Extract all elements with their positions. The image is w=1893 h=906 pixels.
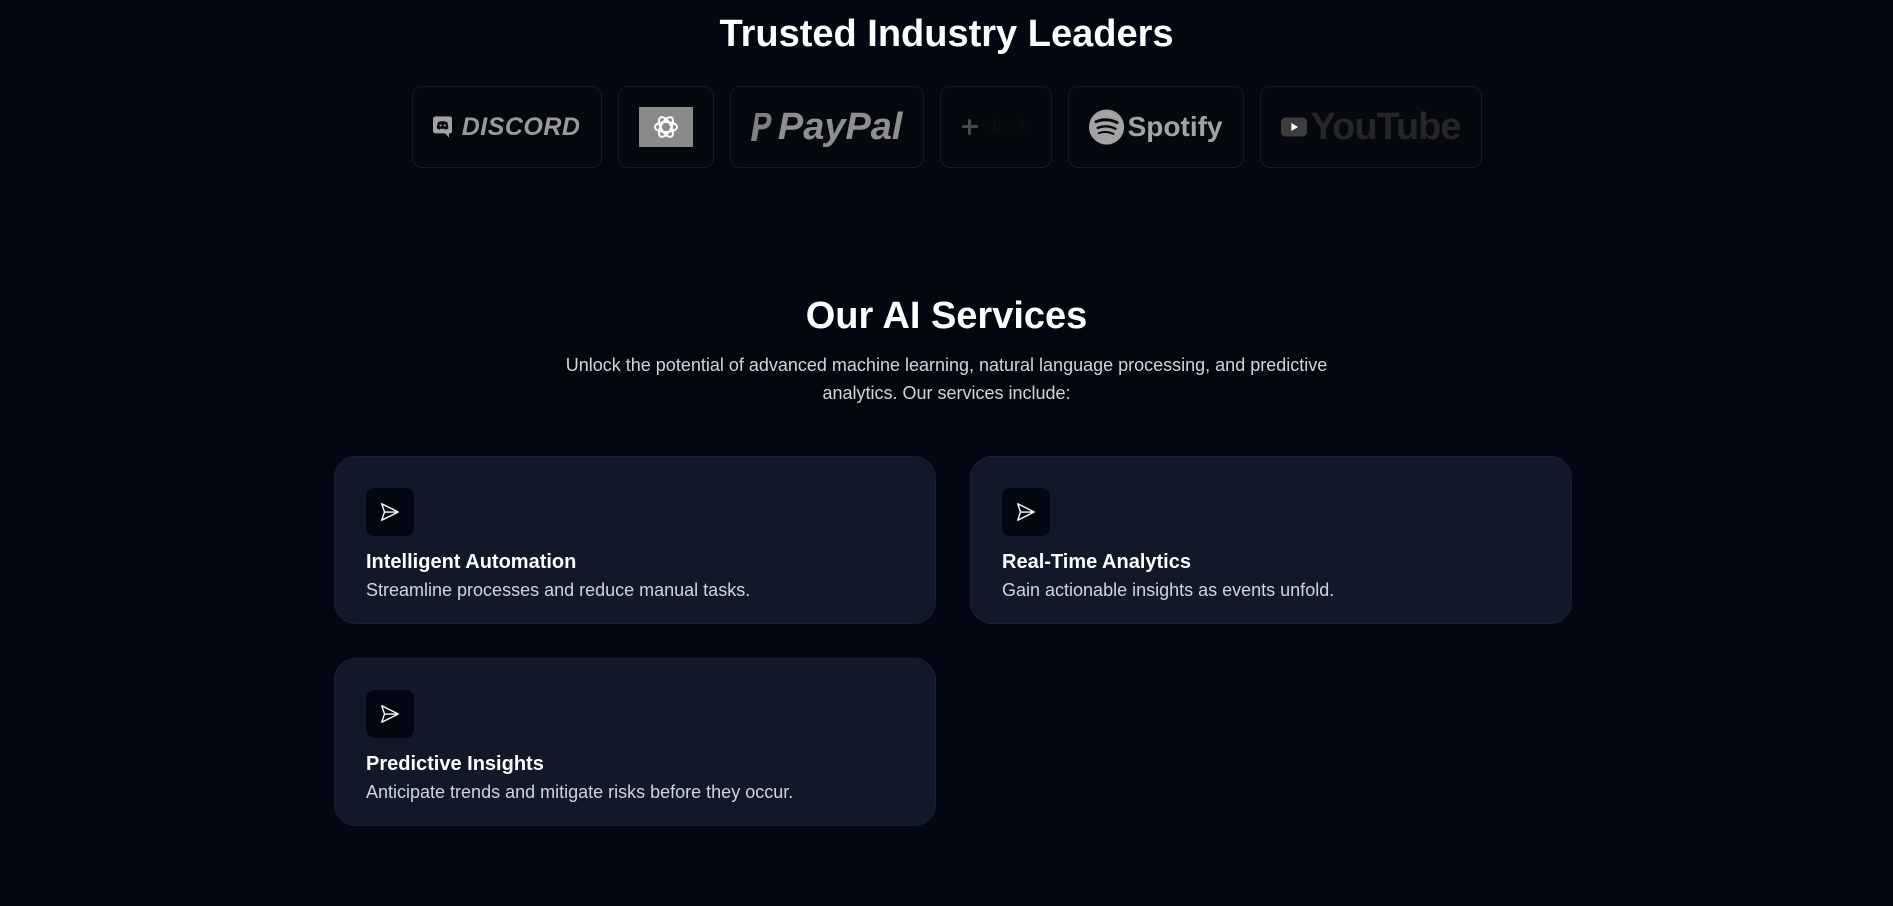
slack-logo-text: slack bbox=[980, 115, 1031, 138]
service-card-description: Streamline processes and reduce manual t… bbox=[366, 580, 751, 600]
service-card-title: Intelligent Automation bbox=[366, 551, 577, 573]
service-card-title: Predictive Insights bbox=[366, 753, 544, 775]
paypal-icon bbox=[750, 112, 771, 142]
send-icon bbox=[381, 503, 399, 521]
logo-row: DISCORD PayPal slack Spotify YouTube bbox=[0, 86, 1893, 168]
logo-card-paypal: PayPal bbox=[729, 86, 924, 168]
service-card-description: Gain actionable insights as events unfol… bbox=[1002, 580, 1335, 600]
openai-icon bbox=[638, 107, 693, 147]
spotify-logo-text: Spotify bbox=[1127, 111, 1223, 142]
logo-card-openai bbox=[617, 86, 714, 168]
services-section-title: Our AI Services bbox=[805, 295, 1088, 337]
discord-icon bbox=[432, 116, 452, 138]
service-icon-box bbox=[366, 690, 414, 738]
logo-card-slack: slack bbox=[939, 86, 1052, 168]
logo-card-youtube: YouTube bbox=[1259, 86, 1482, 168]
service-card-real-time-analytics: Real-Time Analytics Gain actionable insi… bbox=[970, 456, 1572, 624]
service-card-predictive-insights: Predictive Insights Anticipate trends an… bbox=[334, 658, 936, 826]
service-card-intelligent-automation: Intelligent Automation Streamline proces… bbox=[334, 456, 936, 624]
service-card-title: Real-Time Analytics bbox=[1002, 551, 1191, 573]
services-description: Unlock the potential of advanced machine… bbox=[565, 355, 1328, 403]
service-icon-box bbox=[366, 488, 414, 536]
discord-logo-text: DISCORD bbox=[461, 112, 581, 141]
paypal-logo-text: PayPal bbox=[777, 105, 903, 148]
service-icon-box bbox=[1002, 488, 1050, 536]
send-icon bbox=[1017, 503, 1035, 521]
service-card-description: Anticipate trends and mitigate risks bef… bbox=[366, 782, 794, 802]
logo-card-discord: DISCORD bbox=[411, 86, 602, 168]
youtube-logo-text: YouTube bbox=[1310, 105, 1462, 148]
logo-card-spotify: Spotify bbox=[1067, 86, 1244, 168]
trusted-section-title: Trusted Industry Leaders bbox=[719, 13, 1174, 55]
slack-icon bbox=[961, 119, 978, 135]
spotify-icon bbox=[1088, 109, 1124, 145]
youtube-icon bbox=[1280, 117, 1307, 137]
page: Trusted Industry Leaders DISCORD PayPal … bbox=[0, 0, 1893, 906]
send-icon bbox=[381, 705, 399, 723]
